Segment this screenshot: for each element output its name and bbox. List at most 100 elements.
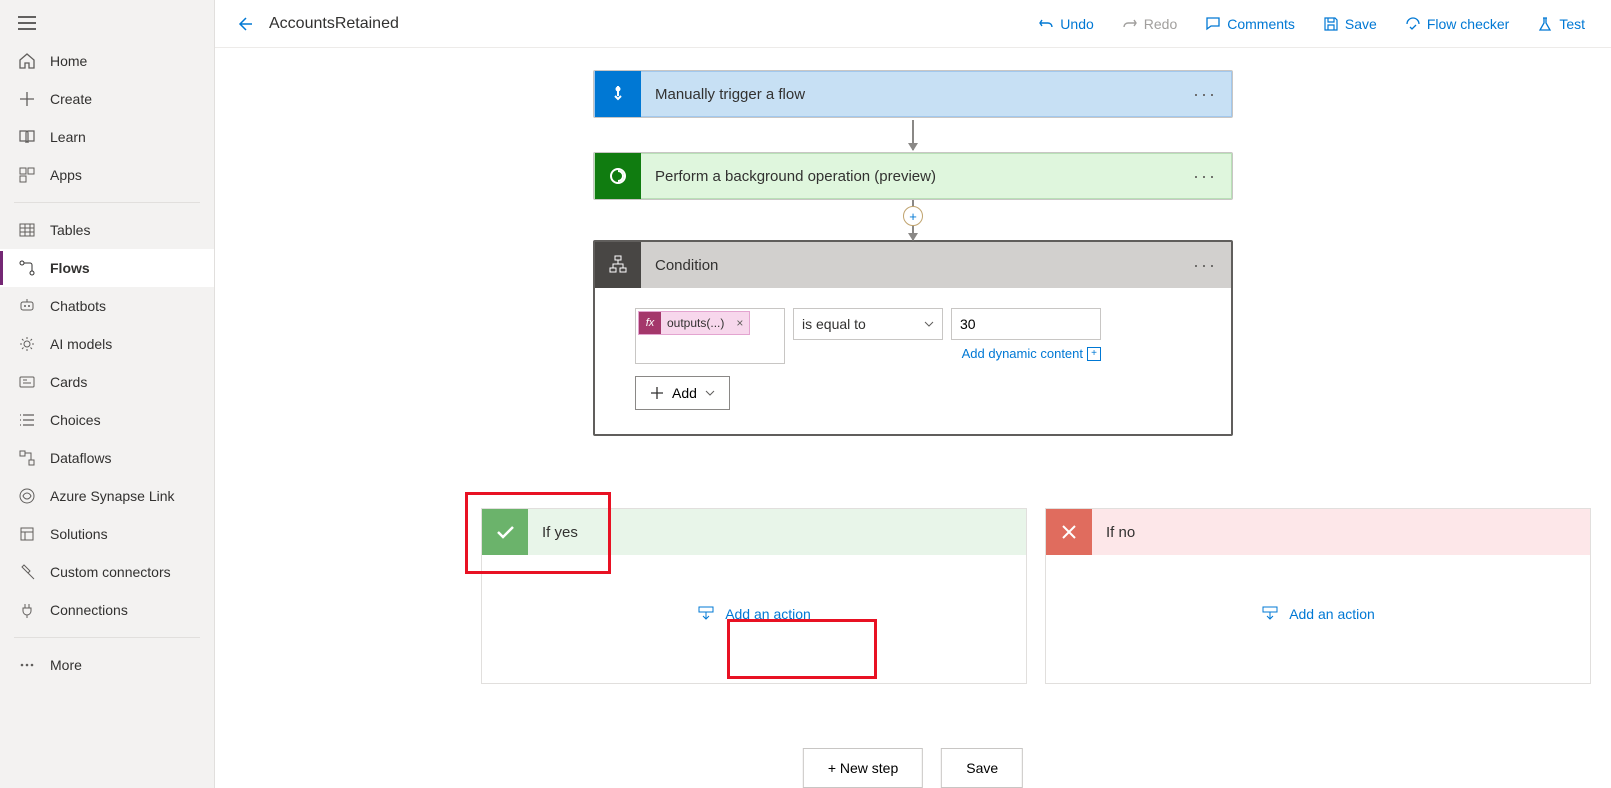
bgop-card[interactable]: Perform a background operation (preview)… — [593, 152, 1233, 200]
insert-step-button[interactable]: + — [903, 206, 923, 226]
sidebar-item-label: Cards — [50, 374, 87, 390]
token-remove[interactable]: × — [730, 316, 749, 330]
condition-left-input[interactable]: fx outputs(...) × — [635, 308, 785, 364]
condition-label: Condition — [641, 257, 1179, 274]
back-button[interactable] — [231, 11, 257, 37]
apps-icon — [18, 166, 36, 184]
sidebar-item-label: Custom connectors — [50, 564, 171, 580]
flask-icon — [1537, 16, 1553, 32]
comment-icon — [1205, 16, 1221, 32]
cards-icon — [18, 373, 36, 391]
branch-no[interactable]: If no Add an action — [1045, 508, 1591, 684]
list-icon — [18, 411, 36, 429]
add-condition-button[interactable]: Add — [635, 376, 730, 410]
chatbot-icon — [18, 297, 36, 315]
plug-icon — [18, 601, 36, 619]
dynamic-content-icon: + — [1087, 347, 1101, 361]
sidebar-item-label: Flows — [50, 260, 90, 276]
condition-icon — [595, 242, 641, 288]
sidebar-item-cards[interactable]: Cards — [0, 363, 214, 401]
condition-right-input[interactable] — [951, 308, 1101, 340]
condition-operator-select[interactable]: is equal to — [793, 308, 943, 340]
save-flow-button[interactable]: Save — [941, 748, 1023, 788]
branch-yes-label: If yes — [528, 524, 592, 541]
chevron-down-icon — [924, 321, 934, 327]
add-action-icon — [1261, 605, 1279, 623]
sidebar-item-label: Azure Synapse Link — [50, 488, 175, 504]
fx-icon: fx — [639, 312, 661, 334]
trigger-icon — [595, 71, 641, 117]
sidebar-item-more[interactable]: More — [0, 646, 214, 684]
checker-icon — [1405, 16, 1421, 32]
save-button[interactable]: Save — [1313, 10, 1387, 38]
undo-icon — [1038, 16, 1054, 32]
sidebar: Home Create Learn Apps Tables Flows Chat… — [0, 0, 215, 788]
flow-canvas[interactable]: Manually trigger a flow ··· Perform a ba… — [215, 48, 1611, 788]
card-menu[interactable]: ··· — [1179, 84, 1231, 105]
more-icon — [18, 656, 36, 674]
sidebar-item-synapse[interactable]: Azure Synapse Link — [0, 477, 214, 515]
sidebar-item-label: Solutions — [50, 526, 108, 542]
add-action-yes[interactable]: Add an action — [697, 605, 811, 623]
sidebar-separator — [14, 202, 200, 203]
sidebar-item-label: More — [50, 657, 82, 673]
branch-no-label: If no — [1092, 524, 1149, 541]
connector-icon — [18, 563, 36, 581]
bgop-icon — [595, 153, 641, 199]
sidebar-item-learn[interactable]: Learn — [0, 118, 214, 156]
add-dynamic-content-link[interactable]: Add dynamic content + — [951, 346, 1101, 361]
sidebar-item-chatbots[interactable]: Chatbots — [0, 287, 214, 325]
connector-arrow — [912, 120, 914, 150]
sidebar-item-label: Tables — [50, 222, 90, 238]
add-action-no[interactable]: Add an action — [1261, 605, 1375, 623]
sidebar-item-label: Connections — [50, 602, 128, 618]
home-icon — [18, 52, 36, 70]
sidebar-item-custom-connectors[interactable]: Custom connectors — [0, 553, 214, 591]
sidebar-item-connections[interactable]: Connections — [0, 591, 214, 629]
test-button[interactable]: Test — [1527, 10, 1595, 38]
save-icon — [1323, 16, 1339, 32]
topbar: AccountsRetained Undo Redo Comments Save… — [215, 0, 1611, 48]
sidebar-item-dataflows[interactable]: Dataflows — [0, 439, 214, 477]
sidebar-item-create[interactable]: Create — [0, 80, 214, 118]
flow-checker-button[interactable]: Flow checker — [1395, 10, 1519, 38]
sidebar-item-ai-models[interactable]: AI models — [0, 325, 214, 363]
sidebar-item-label: Dataflows — [50, 450, 111, 466]
sidebar-item-flows[interactable]: Flows — [0, 249, 214, 287]
sidebar-item-label: Home — [50, 53, 87, 69]
branch-yes[interactable]: If yes Add an action — [481, 508, 1027, 684]
dataflow-icon — [18, 449, 36, 467]
add-action-icon — [697, 605, 715, 623]
condition-card[interactable]: Condition ··· fx outputs(...) × — [593, 240, 1233, 436]
comments-button[interactable]: Comments — [1195, 10, 1305, 38]
sidebar-item-label: Choices — [50, 412, 101, 428]
condition-body: fx outputs(...) × is equal to — [595, 288, 1231, 434]
sidebar-item-tables[interactable]: Tables — [0, 211, 214, 249]
sidebar-item-choices[interactable]: Choices — [0, 401, 214, 439]
synapse-icon — [18, 487, 36, 505]
sidebar-item-home[interactable]: Home — [0, 42, 214, 80]
main: AccountsRetained Undo Redo Comments Save… — [215, 0, 1611, 788]
new-step-button[interactable]: + New step — [803, 748, 923, 788]
sidebar-item-apps[interactable]: Apps — [0, 156, 214, 194]
trigger-card[interactable]: Manually trigger a flow ··· — [593, 70, 1233, 118]
bottom-buttons: + New step Save — [803, 748, 1023, 788]
x-icon — [1046, 509, 1092, 555]
hamburger-menu[interactable] — [0, 0, 214, 42]
sidebar-item-solutions[interactable]: Solutions — [0, 515, 214, 553]
sidebar-item-label: AI models — [50, 336, 112, 352]
expression-token[interactable]: fx outputs(...) × — [638, 311, 750, 335]
card-menu[interactable]: ··· — [1179, 166, 1231, 187]
card-menu[interactable]: ··· — [1179, 255, 1231, 276]
ai-icon — [18, 335, 36, 353]
undo-button[interactable]: Undo — [1028, 10, 1103, 38]
sidebar-item-label: Learn — [50, 129, 86, 145]
page-title: AccountsRetained — [269, 15, 399, 33]
bgop-label: Perform a background operation (preview) — [641, 168, 1179, 185]
connector-arrow-plus: + — [912, 200, 914, 240]
redo-icon — [1122, 16, 1138, 32]
sidebar-separator — [14, 637, 200, 638]
table-icon — [18, 221, 36, 239]
condition-branches: If yes Add an action If no — [481, 508, 1591, 684]
redo-button: Redo — [1112, 10, 1187, 38]
